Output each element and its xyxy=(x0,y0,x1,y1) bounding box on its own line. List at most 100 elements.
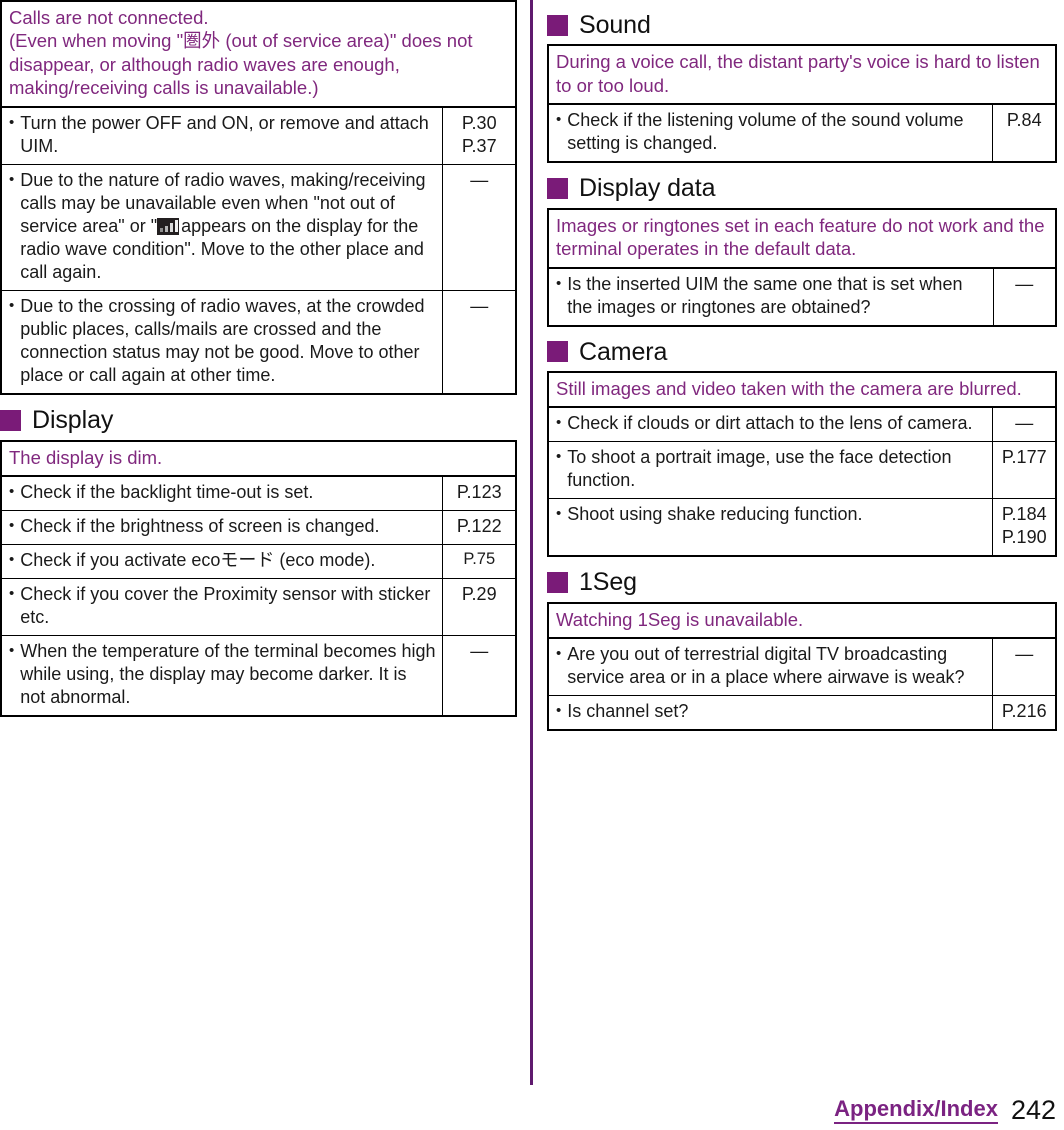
checkitem-text: Check if the backlight time-out is set. xyxy=(20,481,435,504)
page-ref-cell[interactable]: — xyxy=(992,266,1057,327)
page-ref-cell[interactable]: — xyxy=(442,290,517,395)
checkitem-cell: • Turn the power OFF and ON, or remove an… xyxy=(0,106,444,165)
table-row: • Are you out of terrestrial digital TV b… xyxy=(547,637,1057,697)
section-title: Display xyxy=(32,406,114,435)
checkitem-text-before: Check if the brightness of screen is cha… xyxy=(20,516,380,537)
chapter-label[interactable]: Appendix/Index xyxy=(834,1096,998,1124)
checkitem-text-before: Turn the power OFF and ON, or remove and… xyxy=(20,112,429,156)
page-ref-cell[interactable]: P.177 xyxy=(992,441,1057,500)
checkitem-text: To shoot a portrait image, use the face … xyxy=(567,446,985,492)
section-heading-camera: Camera xyxy=(547,337,1057,366)
table-header-cell: The display is dim. xyxy=(0,440,517,478)
table-row: • To shoot a portrait image, use the face… xyxy=(547,441,1057,500)
bullet-icon: • xyxy=(9,642,15,660)
table-row: • Check if the brightness of screen is ch… xyxy=(0,510,517,546)
bullet-icon: • xyxy=(9,171,15,188)
bullet-icon: • xyxy=(556,505,562,523)
table-row: • Due to the crossing of radio waves, at … xyxy=(0,290,517,395)
table-row: • Check if the listening volume of the so… xyxy=(547,103,1057,163)
checkitem-text-before: When the temperature of the terminal bec… xyxy=(20,641,436,708)
bullet-icon: • xyxy=(9,483,15,501)
page-ref-cell[interactable]: — xyxy=(442,635,517,717)
checkitem-cell: • Is channel set? xyxy=(547,695,994,731)
checkitem-cell: • Shoot using shake reducing function. xyxy=(547,498,994,557)
page-footer: Appendix/Index 242 xyxy=(0,1084,1064,1124)
section-heading-display-data: Display data xyxy=(547,175,1057,202)
checkitem-text: Turn the power OFF and ON, or remove and… xyxy=(20,112,435,158)
troubleshoot-table-calls-not-connected: Calls are not connected. (Even when movin… xyxy=(0,0,517,396)
bullet-icon: • xyxy=(556,414,562,432)
section-marker-icon xyxy=(547,177,568,199)
table-header-row: Still images and video taken with the ca… xyxy=(547,371,1057,409)
checkitem-cell: • Check if clouds or dirt attach to the l… xyxy=(547,406,994,443)
table-header-line: Calls are not connected. xyxy=(9,7,209,28)
bullet-icon: • xyxy=(556,111,562,129)
checkitem-text-before: Is channel set? xyxy=(567,701,689,722)
section-title: Camera xyxy=(579,337,668,366)
table-header-row: The display is dim. xyxy=(0,440,517,478)
table-row: • Check if clouds or dirt attach to the l… xyxy=(547,406,1057,443)
table-row: • Check if the backlight time-out is set.… xyxy=(0,475,517,512)
checkitem-text-before: Shoot using shake reducing function. xyxy=(567,504,863,525)
bullet-icon: • xyxy=(9,551,15,569)
checkitem-cell: • Due to the crossing of radio waves, at … xyxy=(0,290,444,395)
left-column: Calls are not connected. (Even when movin… xyxy=(0,0,517,719)
checkitem-text: Check if you cover the Proximity sensor … xyxy=(20,583,435,629)
troubleshoot-table-images-ringtones-default: Images or ringtones set in each feature … xyxy=(547,207,1057,327)
table-row: • Is the inserted UIM the same one that i… xyxy=(547,266,1057,327)
page-ref-cell[interactable]: P.84 xyxy=(992,103,1057,163)
page-ref-cell[interactable]: P.75 xyxy=(442,544,517,580)
table-header-row: Calls are not connected. (Even when movin… xyxy=(0,0,517,108)
page-ref-cell[interactable]: P.123 xyxy=(442,475,517,512)
section-title: 1Seg xyxy=(579,568,637,597)
checkitem-cell: • Check if you activate ecoモード (eco mode)… xyxy=(0,544,444,580)
checkitem-text: Check if the listening volume of the sou… xyxy=(567,109,985,155)
page-ref-cell[interactable]: — xyxy=(992,637,1057,697)
checkitem-text: Check if the brightness of screen is cha… xyxy=(20,515,435,538)
bullet-icon: • xyxy=(9,297,15,315)
table-header-line: Images or ringtones set in each feature … xyxy=(556,214,1045,260)
checkitem-text-before: Check if you cover the Proximity sensor … xyxy=(20,584,431,628)
table-header-line: Still images and video taken with the ca… xyxy=(556,377,1022,399)
checkitem-text: Is channel set? xyxy=(567,700,985,723)
table-header-row: Images or ringtones set in each feature … xyxy=(547,208,1057,269)
checkitem-cell: • Check if the brightness of screen is ch… xyxy=(0,510,444,546)
checkitem-text: Due to the nature of radio waves, making… xyxy=(20,169,435,284)
signal-strength-icon xyxy=(157,218,180,236)
checkitem-text-before: Check if you activate ecoモード (eco mode). xyxy=(20,550,376,571)
checkitem-text: When the temperature of the terminal bec… xyxy=(20,640,435,709)
section-title: Sound xyxy=(579,11,651,39)
checkitem-cell: • Due to the nature of radio waves, makin… xyxy=(0,163,444,292)
section-heading-1seg: 1Seg xyxy=(547,568,1057,597)
table-row: • Check if you cover the Proximity sensor… xyxy=(0,578,517,637)
checkitem-text: Due to the crossing of radio waves, at t… xyxy=(20,295,435,387)
page-ref-cell[interactable]: P.30 P.37 xyxy=(442,106,517,165)
troubleshoot-table-distant-party-voice: During a voice call, the distant party's… xyxy=(547,44,1057,164)
page-ref-cell[interactable]: P.122 xyxy=(442,510,517,546)
checkitem-text-before: Due to the crossing of radio waves, at t… xyxy=(20,296,425,386)
table-header-cell: Watching 1Seg is unavailable. xyxy=(547,602,1057,640)
troubleshoot-table-watching-1seg-unavailable: Watching 1Seg is unavailable. • Are you ou… xyxy=(547,601,1057,732)
column-divider xyxy=(530,0,533,1085)
page-ref-cell[interactable]: — xyxy=(442,163,517,292)
bullet-icon: • xyxy=(556,702,562,720)
right-column: Sound During a voice call, the distant pa… xyxy=(547,0,1057,733)
checkitem-cell: • Is the inserted UIM the same one that i… xyxy=(547,266,994,327)
checkitem-cell: • Check if the listening volume of the so… xyxy=(547,103,994,163)
page-ref-cell[interactable]: — xyxy=(992,406,1057,443)
table-row: • Check if you activate ecoモード (eco mode)… xyxy=(0,544,517,580)
page-ref-cell[interactable]: P.29 xyxy=(442,578,517,637)
checkitem-text-before: Check if the listening volume of the sou… xyxy=(567,110,964,154)
table-header-cell: Calls are not connected. (Even when movin… xyxy=(0,0,517,108)
page-ref-cell[interactable]: P.184 P.190 xyxy=(992,498,1057,557)
table-header-line: (Even when moving "圏外 (out of service ar… xyxy=(9,30,473,99)
table-header-line: During a voice call, the distant party's… xyxy=(556,51,1040,96)
checkitem-text-before: To shoot a portrait image, use the face … xyxy=(567,447,952,491)
page-ref-cell[interactable]: P.216 xyxy=(992,695,1057,731)
checkitem-text: Check if clouds or dirt attach to the le… xyxy=(567,412,985,435)
checkitem-cell: • Check if the backlight time-out is set. xyxy=(0,475,444,512)
checkitem-cell: • Are you out of terrestrial digital TV b… xyxy=(547,637,994,697)
checkitem-text: Is the inserted UIM the same one that is… xyxy=(567,273,985,319)
table-row: • Due to the nature of radio waves, makin… xyxy=(0,163,517,292)
bullet-icon: • xyxy=(556,274,562,292)
